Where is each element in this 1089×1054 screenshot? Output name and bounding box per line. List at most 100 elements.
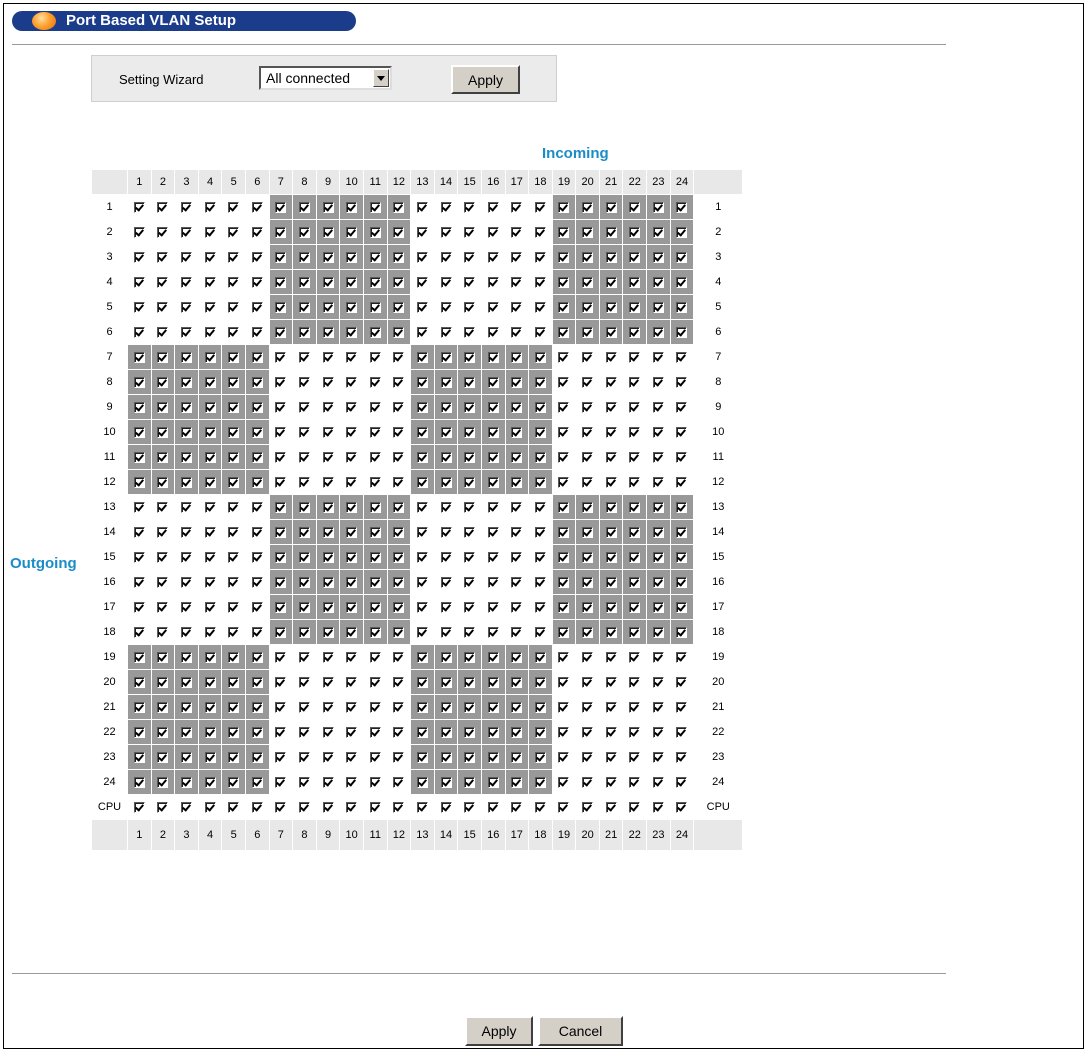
- port-checkbox[interactable]: [133, 526, 145, 538]
- port-checkbox[interactable]: [393, 351, 405, 363]
- port-checkbox[interactable]: [487, 601, 499, 613]
- port-checkbox[interactable]: [676, 576, 688, 588]
- port-checkbox[interactable]: [275, 351, 287, 363]
- port-checkbox[interactable]: [369, 276, 381, 288]
- port-checkbox[interactable]: [629, 451, 641, 463]
- port-checkbox[interactable]: [133, 351, 145, 363]
- port-checkbox[interactable]: [133, 801, 145, 813]
- port-checkbox[interactable]: [298, 626, 310, 638]
- port-checkbox[interactable]: [180, 701, 192, 713]
- port-checkbox[interactable]: [558, 601, 570, 613]
- port-checkbox[interactable]: [487, 351, 499, 363]
- port-checkbox[interactable]: [487, 301, 499, 313]
- port-checkbox[interactable]: [393, 426, 405, 438]
- port-checkbox[interactable]: [228, 301, 240, 313]
- port-checkbox[interactable]: [487, 676, 499, 688]
- port-checkbox[interactable]: [440, 401, 452, 413]
- port-checkbox[interactable]: [180, 276, 192, 288]
- port-checkbox[interactable]: [440, 751, 452, 763]
- port-checkbox[interactable]: [133, 426, 145, 438]
- port-checkbox[interactable]: [487, 426, 499, 438]
- port-checkbox[interactable]: [322, 326, 334, 338]
- port-checkbox[interactable]: [346, 401, 358, 413]
- port-checkbox[interactable]: [393, 651, 405, 663]
- port-checkbox[interactable]: [676, 251, 688, 263]
- port-checkbox[interactable]: [228, 251, 240, 263]
- port-checkbox[interactable]: [676, 801, 688, 813]
- port-checkbox[interactable]: [157, 576, 169, 588]
- port-checkbox[interactable]: [534, 601, 546, 613]
- port-checkbox[interactable]: [652, 251, 664, 263]
- port-checkbox[interactable]: [369, 201, 381, 213]
- port-checkbox[interactable]: [369, 401, 381, 413]
- port-checkbox[interactable]: [346, 276, 358, 288]
- port-checkbox[interactable]: [204, 326, 216, 338]
- port-checkbox[interactable]: [416, 251, 428, 263]
- port-checkbox[interactable]: [251, 701, 263, 713]
- port-checkbox[interactable]: [605, 726, 617, 738]
- port-checkbox[interactable]: [251, 526, 263, 538]
- port-checkbox[interactable]: [534, 776, 546, 788]
- port-checkbox[interactable]: [605, 676, 617, 688]
- port-checkbox[interactable]: [605, 451, 617, 463]
- port-checkbox[interactable]: [275, 301, 287, 313]
- port-checkbox[interactable]: [416, 201, 428, 213]
- port-checkbox[interactable]: [652, 601, 664, 613]
- port-checkbox[interactable]: [228, 726, 240, 738]
- port-checkbox[interactable]: [416, 526, 428, 538]
- port-checkbox[interactable]: [629, 701, 641, 713]
- port-checkbox[interactable]: [534, 251, 546, 263]
- port-checkbox[interactable]: [464, 201, 476, 213]
- port-checkbox[interactable]: [346, 526, 358, 538]
- port-checkbox[interactable]: [487, 476, 499, 488]
- port-checkbox[interactable]: [180, 776, 192, 788]
- port-checkbox[interactable]: [440, 276, 452, 288]
- port-checkbox[interactable]: [275, 701, 287, 713]
- port-checkbox[interactable]: [204, 301, 216, 313]
- port-checkbox[interactable]: [464, 526, 476, 538]
- setting-wizard-select[interactable]: All connected: [259, 66, 392, 90]
- port-checkbox[interactable]: [393, 751, 405, 763]
- port-checkbox[interactable]: [605, 501, 617, 513]
- port-checkbox[interactable]: [440, 326, 452, 338]
- port-checkbox[interactable]: [180, 551, 192, 563]
- port-checkbox[interactable]: [298, 801, 310, 813]
- port-checkbox[interactable]: [133, 501, 145, 513]
- port-checkbox[interactable]: [558, 401, 570, 413]
- port-checkbox[interactable]: [676, 526, 688, 538]
- port-checkbox[interactable]: [228, 676, 240, 688]
- port-checkbox[interactable]: [605, 351, 617, 363]
- port-checkbox[interactable]: [558, 576, 570, 588]
- port-checkbox[interactable]: [369, 801, 381, 813]
- port-checkbox[interactable]: [251, 726, 263, 738]
- port-checkbox[interactable]: [652, 576, 664, 588]
- cancel-button[interactable]: Cancel: [538, 1016, 623, 1046]
- port-checkbox[interactable]: [346, 451, 358, 463]
- port-checkbox[interactable]: [322, 451, 334, 463]
- port-checkbox[interactable]: [298, 551, 310, 563]
- port-checkbox[interactable]: [133, 601, 145, 613]
- port-checkbox[interactable]: [511, 276, 523, 288]
- port-checkbox[interactable]: [157, 801, 169, 813]
- port-checkbox[interactable]: [204, 276, 216, 288]
- port-checkbox[interactable]: [322, 226, 334, 238]
- port-checkbox[interactable]: [275, 451, 287, 463]
- port-checkbox[interactable]: [487, 626, 499, 638]
- port-checkbox[interactable]: [629, 376, 641, 388]
- port-checkbox[interactable]: [180, 526, 192, 538]
- port-checkbox[interactable]: [582, 326, 594, 338]
- port-checkbox[interactable]: [652, 276, 664, 288]
- port-checkbox[interactable]: [393, 626, 405, 638]
- port-checkbox[interactable]: [558, 501, 570, 513]
- port-checkbox[interactable]: [180, 501, 192, 513]
- port-checkbox[interactable]: [511, 451, 523, 463]
- port-checkbox[interactable]: [558, 226, 570, 238]
- port-checkbox[interactable]: [275, 376, 287, 388]
- port-checkbox[interactable]: [534, 451, 546, 463]
- port-checkbox[interactable]: [204, 601, 216, 613]
- port-checkbox[interactable]: [652, 226, 664, 238]
- port-checkbox[interactable]: [652, 301, 664, 313]
- port-checkbox[interactable]: [558, 801, 570, 813]
- port-checkbox[interactable]: [180, 601, 192, 613]
- port-checkbox[interactable]: [133, 626, 145, 638]
